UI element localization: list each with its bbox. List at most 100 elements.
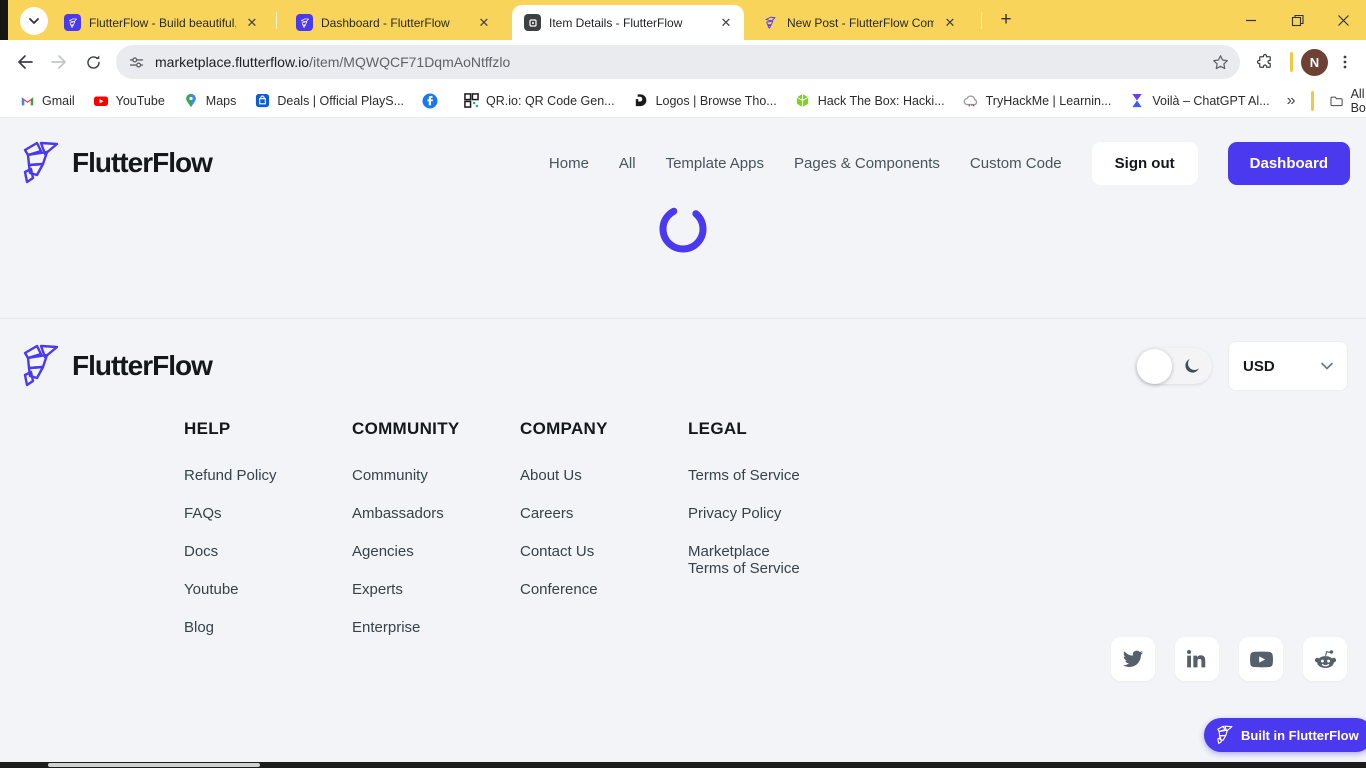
footer-link-faqs[interactable]: FAQs (184, 501, 309, 526)
footer-link-blog[interactable]: Blog (184, 615, 309, 640)
browser-menu-button[interactable] (1328, 45, 1362, 79)
address-bar[interactable]: marketplace.flutterflow.io/item/MQWQCF71… (116, 45, 1240, 79)
flutterflow-logo-icon (23, 344, 59, 387)
tab-close-icon[interactable]: ✕ (244, 15, 260, 31)
bookmark-playstation-deals[interactable]: Deals | Official PlayS... (245, 88, 413, 114)
bookmark-label: Gmail (42, 93, 75, 108)
reddit-icon (1314, 649, 1336, 668)
youtube-link[interactable] (1239, 637, 1283, 681)
currency-select[interactable]: USD (1228, 341, 1348, 391)
new-tab-button[interactable]: + (994, 8, 1018, 32)
footer-link-contact-us[interactable]: Contact Us (520, 539, 645, 564)
footer-link-conference[interactable]: Conference (520, 577, 645, 602)
tab-item-details[interactable]: Item Details - FlutterFlow ✕ (512, 5, 744, 40)
back-button[interactable] (8, 45, 42, 79)
nav-link-home[interactable]: Home (549, 155, 589, 172)
tab-close-icon[interactable]: ✕ (476, 15, 492, 31)
footer-link-about-us[interactable]: About Us (520, 463, 645, 488)
tab-title: Dashboard - FlutterFlow (321, 15, 450, 30)
kebab-menu-icon (1343, 55, 1347, 69)
footer-link-youtube[interactable]: Youtube (184, 577, 309, 602)
restore-icon (1291, 14, 1304, 26)
bookmark-star-icon[interactable] (1211, 53, 1230, 72)
bookmark-qr-io[interactable]: QR.io: QR Code Gen... (454, 88, 624, 114)
footer-link-careers[interactable]: Careers (520, 501, 645, 526)
tab-flutterflow-home[interactable]: FlutterFlow - Build beautiful, mo ✕ (52, 5, 270, 40)
bookmark-tryhackme[interactable]: TryHackMe | Learnin... (954, 88, 1121, 114)
footer-link-agencies[interactable]: Agencies (352, 539, 477, 564)
footer-link-enterprise[interactable]: Enterprise (352, 615, 477, 640)
built-in-flutterflow-badge[interactable]: Built in FlutterFlow (1204, 718, 1366, 752)
tab-dashboard[interactable]: Dashboard - FlutterFlow ✕ (284, 5, 502, 40)
bookmarks-bar: Gmail YouTube Maps Deals | Official Play… (0, 84, 1366, 118)
bookmarks-overflow-button[interactable]: » (1279, 92, 1304, 110)
qr-code-icon (463, 93, 479, 109)
footer-column-title: COMMUNITY (352, 419, 460, 438)
window-restore-button[interactable] (1274, 0, 1320, 40)
logos-brand-icon (633, 93, 649, 109)
footer-link-docs[interactable]: Docs (184, 539, 309, 564)
bookmark-hackthebox[interactable]: Hack The Box: Hacki... (786, 88, 954, 114)
profile-avatar[interactable]: N (1301, 48, 1328, 76)
tab-close-icon[interactable]: ✕ (718, 15, 734, 31)
bookmark-gmail[interactable]: Gmail (10, 88, 84, 114)
forward-button[interactable] (42, 45, 76, 79)
nav-link-template-apps[interactable]: Template Apps (666, 155, 764, 172)
window-close-button[interactable] (1320, 0, 1366, 40)
bookmark-youtube[interactable]: YouTube (84, 88, 174, 114)
bookmark-voila[interactable]: Voilà – ChatGPT Al... (1120, 88, 1278, 114)
back-arrow-icon (18, 55, 33, 69)
nav-link-all[interactable]: All (619, 155, 636, 172)
bookmark-maps[interactable]: Maps (174, 88, 246, 114)
extensions-button[interactable] (1248, 45, 1282, 79)
badge-label: Built in FlutterFlow (1241, 727, 1359, 743)
twitter-icon (1122, 650, 1144, 667)
flutterflow-logo[interactable]: FlutterFlow (16, 138, 213, 188)
tab-divider (276, 12, 277, 29)
footer-link-ambassadors[interactable]: Ambassadors (352, 501, 477, 526)
window-minimize-button[interactable] (1228, 0, 1274, 40)
gmail-icon (19, 93, 35, 109)
all-bookmarks-label: All Bookmarks (1350, 86, 1366, 115)
nav-link-pages-components[interactable]: Pages & Components (794, 155, 940, 172)
tab-divider (981, 12, 982, 29)
linkedin-link[interactable] (1175, 637, 1219, 681)
bookmark-facebook[interactable] (413, 88, 454, 114)
footer-link-refund-policy[interactable]: Refund Policy (184, 463, 309, 488)
horizontal-scrollbar[interactable] (0, 762, 1366, 768)
site-info-icon[interactable] (128, 54, 145, 71)
reload-icon (86, 55, 100, 69)
nav-link-custom-code[interactable]: Custom Code (970, 155, 1062, 172)
footer-link-terms-of-service[interactable]: Terms of Service (688, 463, 813, 488)
reddit-link[interactable] (1303, 637, 1347, 681)
tab-search-button[interactable] (20, 7, 48, 35)
footer-column-title: LEGAL (688, 419, 748, 438)
footer-link-marketplace-terms[interactable]: Marketplace Terms of Service (688, 539, 813, 581)
bookmark-logos[interactable]: Logos | Browse Tho... (624, 88, 786, 114)
maps-pin-icon (183, 93, 199, 109)
tab-close-icon[interactable]: ✕ (942, 15, 958, 31)
footer-link-privacy-policy[interactable]: Privacy Policy (688, 501, 813, 526)
folder-icon (1330, 96, 1344, 106)
footer-logo[interactable]: FlutterFlow (16, 341, 213, 391)
browser-tab-strip: FlutterFlow - Build beautiful, mo ✕ Dash… (0, 0, 1366, 40)
forward-arrow-icon (51, 55, 66, 69)
page-content: FlutterFlow Home All Template Apps Pages… (0, 118, 1366, 762)
scrollbar-thumb[interactable] (48, 763, 260, 767)
bookmark-label: Logos | Browse Tho... (655, 93, 777, 108)
dark-mode-toggle[interactable] (1136, 348, 1212, 384)
footer-link-community[interactable]: Community (352, 463, 477, 488)
all-bookmarks-button[interactable]: All Bookmarks (1322, 87, 1366, 115)
footer-column-company: COMPANY About Us Careers Contact Us Conf… (520, 419, 680, 615)
social-links (1111, 637, 1347, 681)
dashboard-button[interactable]: Dashboard (1227, 141, 1350, 185)
voila-hourglass-icon (1129, 93, 1145, 109)
brand-wordmark: FlutterFlow (72, 350, 213, 381)
footer-link-experts[interactable]: Experts (352, 577, 477, 602)
twitter-link[interactable] (1111, 637, 1155, 681)
sign-out-button[interactable]: Sign out (1091, 141, 1198, 185)
youtube-icon (1249, 651, 1273, 667)
reload-button[interactable] (76, 45, 110, 79)
tab-new-post[interactable]: New Post - FlutterFlow Commu ✕ (750, 5, 968, 40)
minimize-icon (1246, 19, 1256, 22)
